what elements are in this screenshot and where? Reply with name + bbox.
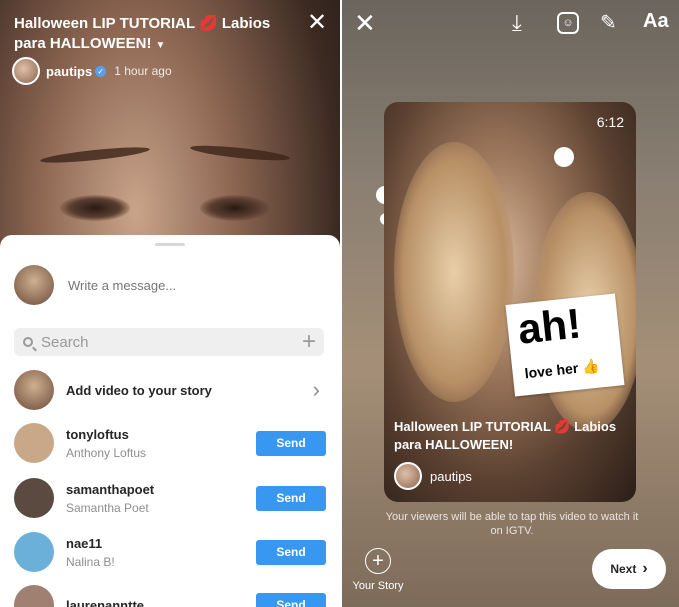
video-duration: 6:12 [596, 114, 624, 130]
contact-name: Samantha Poet [66, 500, 149, 515]
search-bar[interactable]: Search + [14, 328, 324, 356]
background-video-frame [60, 195, 130, 221]
avatar[interactable] [12, 57, 40, 85]
chevron-right-icon: › [642, 560, 648, 577]
avatar [14, 478, 54, 518]
username[interactable]: pautips [46, 64, 92, 79]
text-sticker[interactable]: ah! love her 👍 [505, 293, 625, 397]
next-label: Next [610, 562, 637, 576]
chevron-down-icon: ▼ [155, 40, 166, 51]
send-button[interactable]: Send [256, 430, 326, 456]
contact-username: samanthapoet [66, 481, 155, 497]
verified-badge-icon: ✓ [95, 65, 107, 77]
avatar [14, 532, 54, 572]
avatar [14, 265, 54, 305]
timestamp: 1 hour ago [114, 64, 172, 78]
contact-row: laurenanntte Send [14, 585, 326, 607]
message-input[interactable] [66, 276, 310, 294]
download-icon[interactable]: ⤓ [512, 10, 522, 36]
send-button[interactable]: Send [256, 539, 326, 565]
sticker-icon[interactable]: ☺ [557, 12, 579, 34]
igtv-video-panel: Halloween LIP TUTORIAL 💋 Labios para HAL… [0, 0, 340, 607]
contact-row: tonyloftus Anthony Loftus Send [14, 423, 326, 463]
avatar [14, 423, 54, 463]
sheet-handle[interactable] [155, 243, 185, 246]
contact-row: samanthapoet Samantha Poet Send [14, 478, 326, 518]
contact-name: Anthony Loftus [66, 445, 147, 460]
decorative-dot [554, 147, 574, 167]
card-title: Halloween LIP TUTORIAL 💋 Labios para HAL… [394, 419, 617, 452]
background-video-frame [39, 144, 151, 166]
text-tool-button[interactable]: Aa [643, 10, 669, 33]
video-title[interactable]: Halloween LIP TUTORIAL 💋 Labios para HAL… [14, 14, 304, 56]
close-button[interactable]: ✕ [306, 11, 328, 35]
sticker-small-text: love her 👍 [523, 357, 601, 382]
plus-icon: + [365, 548, 391, 574]
avatar [14, 370, 54, 410]
plus-icon[interactable]: + [302, 328, 316, 356]
contact-username: tonyloftus [66, 426, 129, 442]
next-button[interactable]: Next › [592, 549, 666, 589]
story-editor-panel: ✕ ⤓ ☺ ✎ Aa 6:12 ah! love her 👍 Halloween… [342, 0, 679, 607]
message-row [14, 265, 310, 305]
send-button[interactable]: Send [256, 592, 326, 607]
video-author[interactable]: pautips ✓ 1 hour ago [12, 57, 172, 85]
add-to-story-row[interactable]: Add video to your story › [14, 370, 326, 410]
hint-text: Your viewers will be able to tap this vi… [385, 511, 639, 537]
igtv-preview-card[interactable]: 6:12 ah! love her 👍 Halloween LIP TUTORI… [384, 102, 636, 502]
your-story-button[interactable]: + Your Story [348, 548, 408, 592]
avatar [394, 462, 422, 490]
search-input[interactable]: Search [41, 334, 302, 351]
background-video-frame [189, 142, 291, 164]
close-icon[interactable]: ✕ [354, 10, 376, 36]
contact-username: nae11 [66, 535, 103, 551]
your-story-label: Your Story [352, 580, 404, 592]
send-button[interactable]: Send [256, 485, 326, 511]
pen-icon[interactable]: ✎ [600, 10, 617, 35]
search-icon [23, 337, 33, 347]
card-username: pautips [430, 468, 472, 484]
chevron-right-icon: › [312, 377, 320, 402]
contact-name: Nalina B! [66, 554, 115, 569]
background-video-frame [200, 195, 270, 221]
avatar [14, 585, 54, 607]
contact-row: nae11 Nalina B! Send [14, 532, 326, 572]
preview-image [394, 142, 514, 402]
sticker-big-text: ah! [515, 299, 584, 353]
card-author: pautips [394, 462, 472, 490]
share-sheet: Search + Add video to your story › tonyl… [0, 235, 340, 607]
editor-toolbar: ✕ ⤓ ☺ ✎ Aa [342, 10, 679, 40]
contact-username: laurenanntte [66, 597, 145, 607]
add-to-story-label: Add video to your story [66, 382, 212, 398]
